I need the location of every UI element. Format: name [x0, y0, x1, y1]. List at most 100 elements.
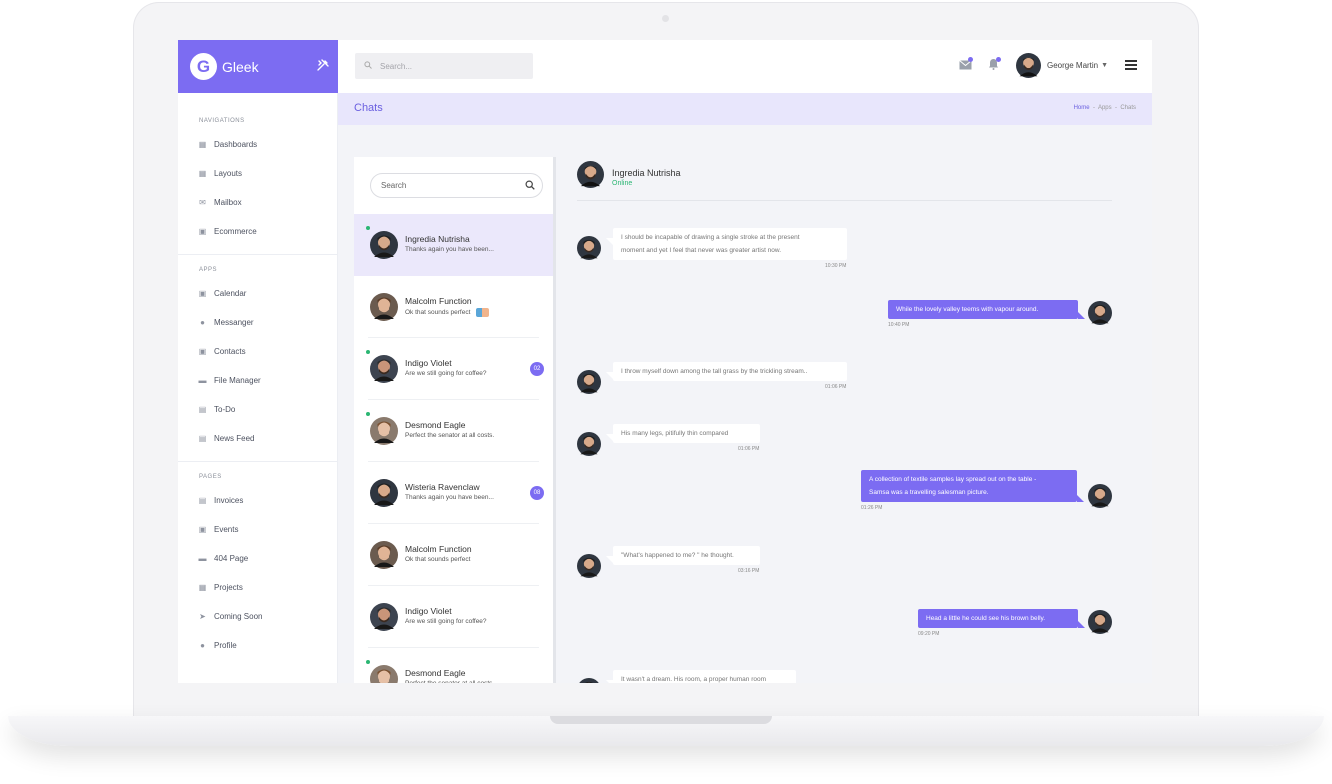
user-icon: ● [200, 641, 205, 650]
user-menu[interactable]: George Martin ▼ [1016, 53, 1108, 78]
message-text: I throw myself down among the tall grass… [621, 368, 808, 375]
conversation-header: Ingredia Nutrisha Online [577, 161, 1112, 201]
avatar[interactable] [370, 417, 398, 445]
tools-icon[interactable] [317, 58, 329, 74]
global-search[interactable] [355, 53, 533, 79]
contact-item[interactable]: Malcolm Function Ok that sounds perfect [354, 276, 553, 338]
incoming-message: It wasn't a dream. His room, a proper hu… [606, 670, 796, 683]
message-timestamp: 09:20 PM [918, 631, 940, 637]
breadcrumb-chats: Chats [1120, 105, 1136, 111]
chat-search-input[interactable] [381, 181, 521, 190]
contact-item[interactable]: Indigo Violet Are we still going for coff… [354, 338, 553, 400]
sidebar-section-title: NAVIGATIONS [199, 118, 245, 124]
sidebar-item-news-feed[interactable]: ▤ News Feed [178, 424, 337, 453]
clipboard-icon: ▤ [198, 405, 207, 414]
sidebar-item-mailbox[interactable]: ✉ Mailbox [178, 188, 337, 217]
avatar[interactable] [577, 678, 601, 683]
logo-icon[interactable]: G [190, 53, 217, 80]
unread-badge: 02 [530, 362, 544, 376]
projects-icon: ▦ [198, 583, 207, 592]
contact-name: Desmond Eagle [405, 420, 466, 430]
incoming-message: I should be incapable of drawing a singl… [606, 228, 847, 260]
chat-search[interactable] [370, 173, 543, 198]
avatar[interactable] [1088, 301, 1112, 325]
message-text: It wasn't a dream. His room, a proper hu… [621, 676, 767, 683]
incoming-message: I throw myself down among the tall grass… [606, 362, 847, 381]
outgoing-message: While the lovely valley teems with vapou… [888, 300, 1085, 319]
contact-item[interactable]: Desmond Eagle Perfect the senator at all … [354, 400, 553, 462]
search-icon[interactable] [525, 180, 535, 192]
sidebar-item-todo[interactable]: ▤ To-Do [178, 395, 337, 424]
message-timestamp: 10:30 PM [825, 263, 847, 269]
message-timestamp: 01:06 PM [738, 446, 760, 452]
sidebar-item-dashboards[interactable]: ▦ Dashboards [178, 130, 337, 159]
contact-item[interactable]: Malcolm Function Ok that sounds perfect [354, 524, 553, 586]
last-message-text: Perfect the senator at all costs. [405, 432, 495, 439]
avatar[interactable] [370, 293, 398, 321]
chevron-down-icon: ▼ [1101, 62, 1109, 69]
error-page-icon: ▬ [198, 554, 207, 563]
avatar[interactable] [370, 355, 398, 383]
page-header: Chats Home - Apps - Chats [338, 93, 1152, 125]
avatar[interactable] [577, 161, 604, 188]
contact-last-message: Are we still going for coffee? [405, 370, 487, 377]
contact-item[interactable]: Ingredia Nutrisha Thanks again you have b… [354, 214, 553, 276]
avatar [1016, 53, 1041, 78]
avatar[interactable] [370, 479, 398, 507]
last-message-text: Ok that sounds perfect [405, 309, 471, 317]
sidebar-item-profile[interactable]: ● Profile [178, 631, 337, 660]
sidebar-section-title: APPS [199, 267, 218, 273]
breadcrumb-apps[interactable]: Apps [1098, 105, 1112, 111]
topbar: George Martin ▼ [338, 40, 1152, 93]
sidebar-item-layouts[interactable]: ▦ Layouts [178, 159, 337, 188]
cart-icon: ▣ [198, 227, 207, 236]
avatar[interactable] [1088, 610, 1112, 634]
breadcrumb-home[interactable]: Home [1074, 105, 1090, 111]
avatar[interactable] [577, 432, 601, 456]
contact-item[interactable]: Desmond Eagle Perfect the senator at all … [354, 648, 553, 683]
sidebar-item-events[interactable]: ▣ Events [178, 515, 337, 544]
avatar[interactable] [370, 665, 398, 683]
avatar[interactable] [577, 554, 601, 578]
contact-last-message: Perfect the senator at all costs. [405, 680, 494, 683]
sidebar-item-404-page[interactable]: ▬ 404 Page [178, 544, 337, 573]
message-text: Head a little he could see his brown bel… [926, 615, 1046, 622]
avatar[interactable] [370, 231, 398, 259]
sidebar-item-projects[interactable]: ▦ Projects [178, 573, 337, 602]
last-message-text: Are we still going for coffee? [405, 618, 487, 625]
contact-last-message: Ok that sounds perfect [405, 556, 470, 563]
sidebar-item-contacts[interactable]: ▣ Contacts [178, 337, 337, 366]
sidebar-item-calendar[interactable]: ▣ Calendar [178, 279, 337, 308]
global-search-input[interactable] [380, 61, 520, 71]
mail-indicator [968, 57, 973, 62]
avatar[interactable] [577, 370, 601, 394]
sidebar-item-coming-soon[interactable]: ➤ Coming Soon [178, 602, 337, 631]
sidebar-item-ecommerce[interactable]: ▣ Ecommerce [178, 217, 337, 246]
sidebar-item-file-manager[interactable]: ▬ File Manager [178, 366, 337, 395]
online-indicator [366, 412, 370, 416]
sidebar-item-invoices[interactable]: ▤ Invoices [178, 486, 337, 515]
dashboard-icon: ▦ [198, 140, 207, 149]
contact-item[interactable]: Wisteria Ravenclaw Thanks again you have … [354, 462, 553, 524]
breadcrumb: Home - Apps - Chats [1073, 105, 1136, 111]
contact-name: Malcolm Function [405, 296, 472, 306]
avatar[interactable] [1088, 484, 1112, 508]
brand-name[interactable]: Gleek [222, 59, 259, 75]
contact-item[interactable]: Indigo Violet Are we still going for coff… [354, 586, 553, 648]
avatar[interactable] [370, 603, 398, 631]
sidebar-item-messanger[interactable]: ● Messanger [178, 308, 337, 337]
online-indicator [366, 226, 370, 230]
page-title: Chats [354, 102, 383, 114]
last-message-text: Ok that sounds perfect [405, 556, 471, 563]
menu-icon[interactable] [1125, 60, 1137, 70]
avatar[interactable] [370, 541, 398, 569]
mail-icon: ✉ [199, 198, 206, 207]
message-text: "What's happened to me? " he thought. [621, 552, 734, 559]
message-timestamp: 01:06 PM [825, 384, 847, 390]
contact-name: Indigo Violet [405, 606, 452, 616]
message-text: While the lovely valley teems with vapou… [896, 306, 1039, 313]
avatar[interactable] [577, 236, 601, 260]
chat-list: Ingredia Nutrisha Thanks again you have b… [354, 157, 556, 683]
last-message-text: Perfect the senator at all costs. [405, 680, 494, 683]
calendar-icon: ▣ [198, 289, 207, 298]
